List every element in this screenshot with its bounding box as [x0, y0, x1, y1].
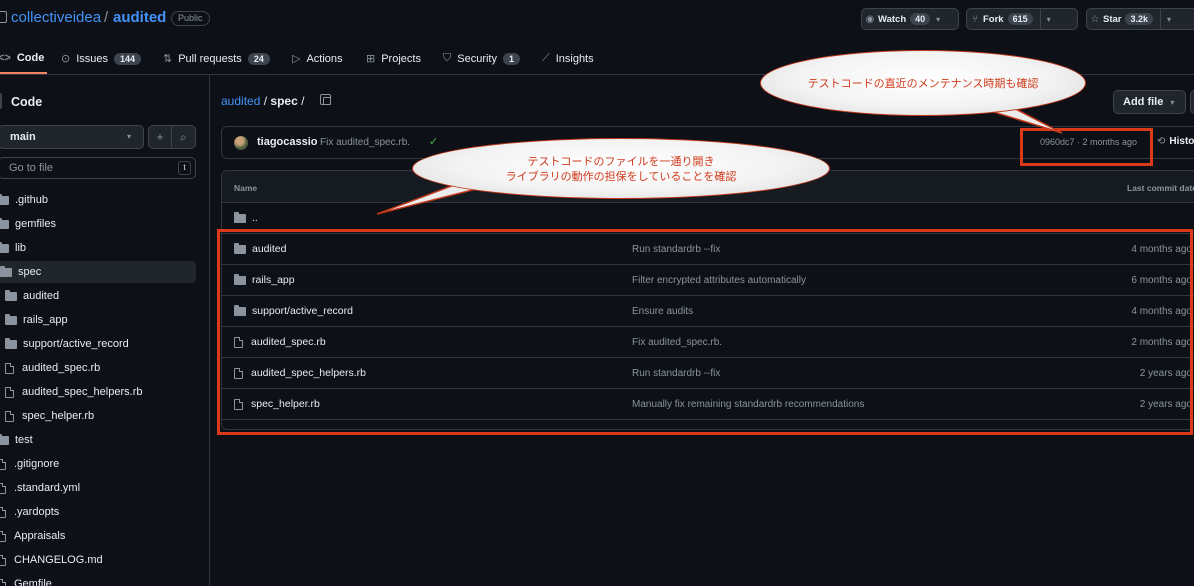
callout-maintenance: テストコードの直近のメンテナンス時期も確認	[760, 50, 1086, 116]
callout-test-files: テストコードのファイルを一通り開き ライブラリの動作の担保をしていることを確認	[412, 138, 830, 199]
